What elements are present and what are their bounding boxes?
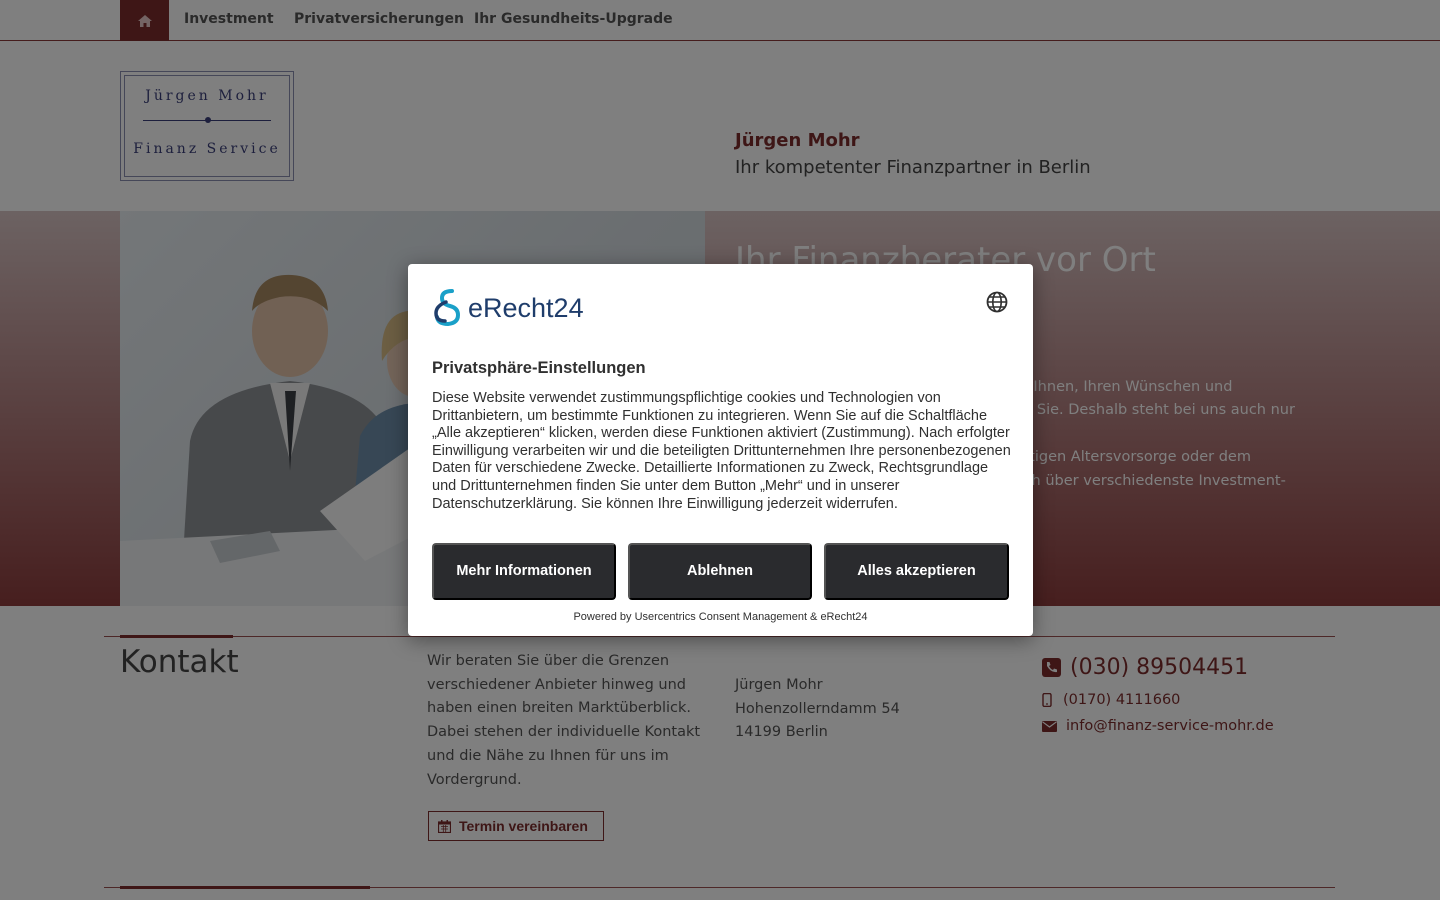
cookie-consent-dialog: eRecht24 Privatsphäre-Einstellungen Dies… [408,264,1033,636]
brand-name: eRecht24 [468,292,584,323]
dialog-description: Diese Website verwendet zustimmungspflic… [432,390,1011,512]
decline-button[interactable]: Ablehnen [628,543,812,600]
more-info-button[interactable]: Mehr Informationen [432,543,616,600]
accept-all-button[interactable]: Alles akzeptieren [824,543,1009,600]
dialog-title: Privatsphäre-Einstellungen [432,359,646,377]
erecht24-logo: eRecht24 [432,288,584,328]
powered-by-text: Powered by Usercentrics Consent Manageme… [573,611,868,623]
globe-icon[interactable] [985,290,1009,314]
erecht24-logo-icon [434,289,461,327]
